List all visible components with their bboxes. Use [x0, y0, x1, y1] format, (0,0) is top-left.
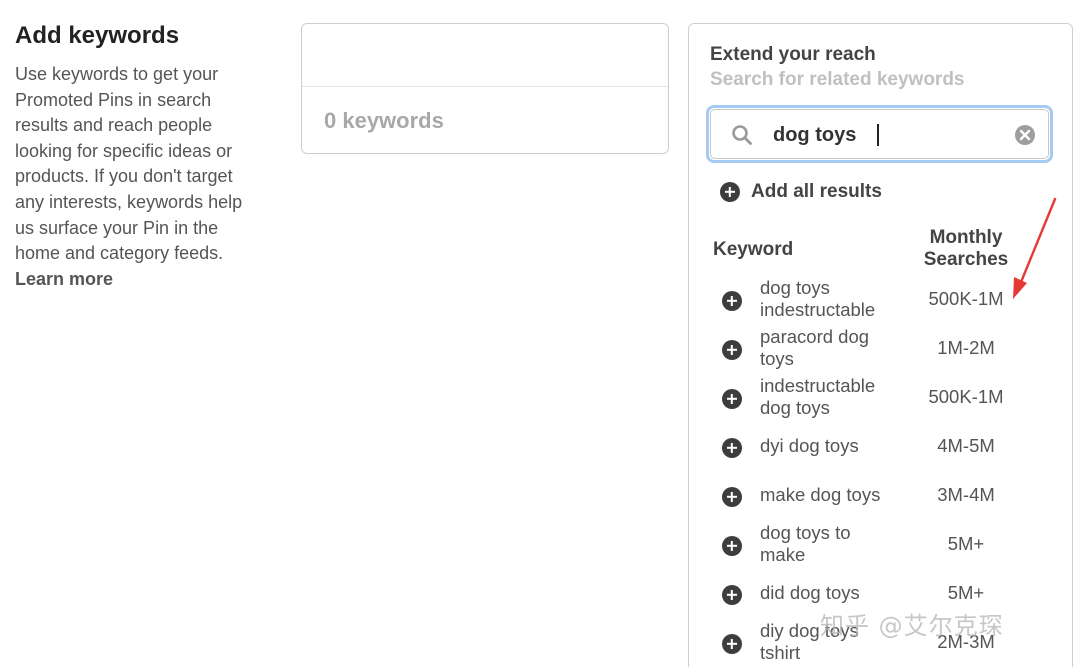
result-keyword: diy dog toys tshirt: [760, 620, 910, 664]
add-all-plus-icon: [720, 182, 740, 202]
result-row: indestructable dog toys 500K-1M: [722, 375, 1042, 421]
result-keyword: paracord dog toys: [760, 326, 910, 370]
search-icon: [732, 125, 752, 145]
column-header-keyword: Keyword: [713, 239, 794, 260]
clear-icon[interactable]: [1014, 124, 1036, 146]
result-keyword: did dog toys: [760, 582, 860, 603]
result-row: dog toys indestructable 500K-1M: [722, 277, 1042, 323]
add-all-label: Add all results: [751, 181, 882, 202]
add-keyword-plus-icon[interactable]: [722, 634, 742, 654]
result-monthly-searches: 500K-1M: [928, 386, 1004, 407]
result-keyword: make dog toys: [760, 484, 881, 505]
add-keyword-plus-icon[interactable]: [722, 585, 742, 605]
column-header-monthly-searches: Monthly Searches: [911, 227, 1021, 271]
page: Add keywords Use keywords to get your Pr…: [0, 0, 1080, 667]
result-monthly-searches: 5M+: [947, 533, 985, 554]
result-row: diy dog toys tshirt 2M-3M: [722, 620, 1042, 666]
keyword-line2: tshirt: [760, 642, 801, 663]
keyword-line2: dog toys: [760, 397, 830, 418]
keyword-line1: paracord dog: [760, 326, 870, 347]
result-monthly-searches: 3M-4M: [937, 484, 995, 505]
add-keyword-plus-icon[interactable]: [722, 536, 742, 556]
extend-reach-panel: Extend your reach Search for related key…: [688, 23, 1073, 667]
result-keyword: dog toys to make: [760, 522, 910, 566]
result-monthly-searches: 1M-2M: [937, 337, 995, 358]
monthly-line1: Monthly: [929, 227, 1003, 248]
keywords-box-header: [302, 24, 668, 87]
add-keyword-plus-icon[interactable]: [722, 340, 742, 360]
result-keyword: dyi dog toys: [760, 435, 859, 456]
result-monthly-searches: 500K-1M: [928, 288, 1004, 309]
result-row: dyi dog toys 4M-5M: [722, 424, 1042, 470]
result-row: dog toys to make 5M+: [722, 522, 1042, 568]
search-input[interactable]: [773, 122, 1003, 148]
section-description: Use keywords to get your Promoted Pins i…: [15, 64, 243, 264]
result-monthly-searches: 2M-3M: [937, 631, 995, 652]
add-keyword-plus-icon[interactable]: [722, 438, 742, 458]
add-keyword-plus-icon[interactable]: [722, 487, 742, 507]
keyword-line1: dog toys: [760, 277, 830, 298]
keyword-search-box[interactable]: [706, 105, 1053, 163]
keywords-list-box[interactable]: 0 keywords: [301, 23, 669, 154]
keyword-line1: indestructable: [760, 375, 876, 396]
keyword-line2: make: [760, 544, 806, 565]
learn-more-link[interactable]: Learn more: [15, 269, 113, 290]
panel-subtitle: Search for related keywords: [710, 69, 965, 90]
result-monthly-searches: 4M-5M: [937, 435, 995, 456]
text-caret: [877, 124, 879, 146]
monthly-line2: Searches: [923, 249, 1009, 270]
keyword-line1: diy dog toys: [760, 620, 859, 641]
add-keyword-plus-icon[interactable]: [722, 389, 742, 409]
add-all-results-button[interactable]: Add all results: [720, 181, 882, 203]
keywords-count: 0 keywords: [324, 108, 444, 133]
panel-title: Extend your reach: [710, 44, 876, 65]
keyword-line2: toys: [760, 348, 794, 369]
add-keyword-plus-icon[interactable]: [722, 291, 742, 311]
keyword-line2: indestructable: [760, 299, 876, 320]
result-keyword: indestructable dog toys: [760, 375, 910, 419]
add-keywords-section: Add keywords Use keywords to get your Pr…: [15, 20, 265, 290]
result-row: make dog toys 3M-4M: [722, 473, 1042, 519]
keyword-line1: dog toys to: [760, 522, 851, 543]
result-row: did dog toys 5M+: [722, 571, 1042, 617]
result-row: paracord dog toys 1M-2M: [722, 326, 1042, 372]
section-title: Add keywords: [15, 22, 180, 49]
result-keyword: dog toys indestructable: [760, 277, 910, 321]
result-monthly-searches: 5M+: [947, 582, 985, 603]
